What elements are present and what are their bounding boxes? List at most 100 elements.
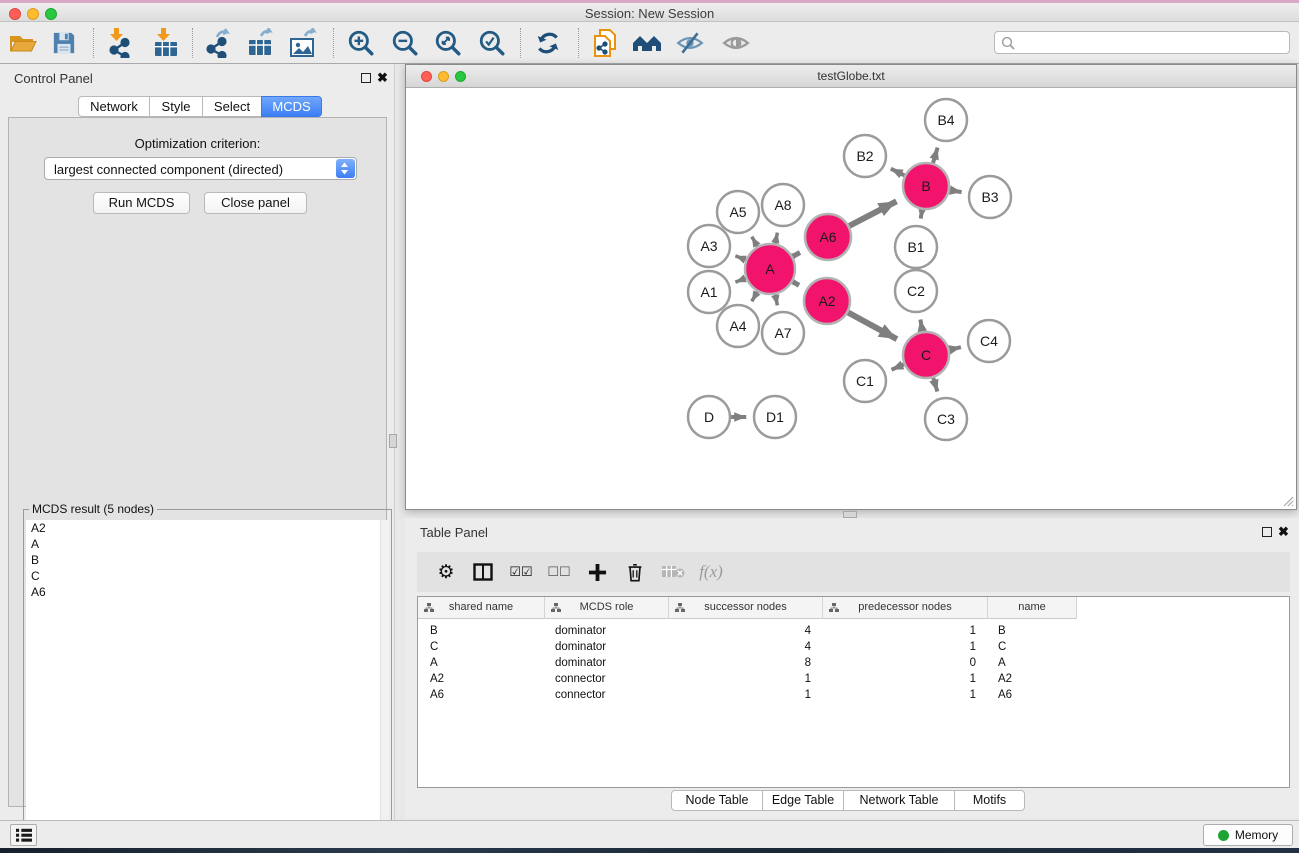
- graph-edge-A-A6[interactable]: [793, 253, 800, 257]
- graph-node-B1[interactable]: B1: [895, 226, 937, 268]
- graph-node-C[interactable]: C: [903, 332, 949, 378]
- graph-edge-B-B1[interactable]: [921, 210, 922, 219]
- graph-edge-A-A8[interactable]: [775, 233, 777, 244]
- graph-node-C1[interactable]: C1: [844, 360, 886, 402]
- mcds-result-item[interactable]: A2: [26, 520, 389, 536]
- table-cell[interactable]: C: [998, 639, 1077, 655]
- graph-node-D1[interactable]: D1: [754, 396, 796, 438]
- table-cell[interactable]: dominator: [555, 623, 669, 639]
- table-cell[interactable]: A6: [998, 687, 1077, 703]
- table-row[interactable]: A2connector11A2: [418, 671, 1289, 687]
- graph-node-D[interactable]: D: [688, 396, 730, 438]
- table-cell[interactable]: connector: [555, 671, 669, 687]
- table-cell[interactable]: B: [998, 623, 1077, 639]
- float-table-panel-icon[interactable]: [1262, 527, 1272, 537]
- tab-motifs[interactable]: Motifs: [954, 790, 1025, 811]
- export-network-icon[interactable]: [201, 27, 235, 59]
- table-cell[interactable]: A2: [998, 671, 1077, 687]
- criterion-select[interactable]: largest connected component (directed): [44, 157, 357, 180]
- table-cell[interactable]: 1: [823, 687, 976, 703]
- tab-node-table[interactable]: Node Table: [671, 790, 763, 811]
- table-cell[interactable]: 1: [823, 623, 976, 639]
- column-header-predecessor-nodes[interactable]: predecessor nodes: [823, 597, 988, 619]
- table-cell[interactable]: dominator: [555, 655, 669, 671]
- memory-button[interactable]: Memory: [1203, 824, 1293, 846]
- export-image-icon[interactable]: [287, 27, 321, 59]
- table-cell[interactable]: 1: [823, 671, 976, 687]
- graph-node-B3[interactable]: B3: [969, 176, 1011, 218]
- graph-node-B2[interactable]: B2: [844, 135, 886, 177]
- graph-node-A1[interactable]: A1: [688, 271, 730, 313]
- column-header-shared-name[interactable]: shared name: [418, 597, 545, 619]
- column-header-MCDS-role[interactable]: MCDS role: [545, 597, 669, 619]
- import-table-icon[interactable]: [149, 27, 183, 59]
- mcds-result-item[interactable]: B: [26, 552, 389, 568]
- tab-select[interactable]: Select: [202, 96, 262, 117]
- graph-node-C3[interactable]: C3: [925, 398, 967, 440]
- table-cell[interactable]: A2: [430, 671, 545, 687]
- table-cell[interactable]: 1: [669, 671, 811, 687]
- graph-edge-A-A5[interactable]: [752, 237, 758, 247]
- vertical-divider-handle[interactable]: [389, 434, 397, 448]
- table-cell[interactable]: 8: [669, 655, 811, 671]
- table-cell[interactable]: dominator: [555, 639, 669, 655]
- select-all-checkboxes-icon[interactable]: ☑☑: [505, 556, 537, 588]
- graph-edge-B-B2[interactable]: [891, 169, 905, 176]
- close-table-panel-icon[interactable]: ✖: [1278, 524, 1289, 540]
- function-builder-icon[interactable]: f(x): [695, 556, 727, 588]
- graph-edge-A-A7[interactable]: [775, 295, 777, 306]
- deselect-all-checkboxes-icon[interactable]: ☐☐: [543, 556, 575, 588]
- graph-node-A7[interactable]: A7: [762, 312, 804, 354]
- graph-node-A5[interactable]: A5: [717, 191, 759, 233]
- add-column-icon[interactable]: [581, 556, 613, 588]
- network-window-titlebar[interactable]: testGlobe.txt: [406, 65, 1296, 88]
- table-cell[interactable]: 4: [669, 639, 811, 655]
- graph-node-A3[interactable]: A3: [688, 225, 730, 267]
- table-row[interactable]: Bdominator41B: [418, 623, 1289, 639]
- mcds-result-item[interactable]: A: [26, 536, 389, 552]
- graph-edge-A-A1[interactable]: [735, 278, 745, 282]
- graph-node-A8[interactable]: A8: [762, 184, 804, 226]
- graph-node-A6[interactable]: A6: [805, 214, 851, 260]
- settings-gear-icon[interactable]: ⚙: [430, 556, 462, 588]
- graph-edge-A6-B[interactable]: [849, 201, 896, 226]
- graph-node-C4[interactable]: C4: [968, 320, 1010, 362]
- table-cell[interactable]: connector: [555, 687, 669, 703]
- graph-edge-A-A3[interactable]: [735, 256, 745, 260]
- graph-edge-A-A4[interactable]: [752, 292, 758, 302]
- graph-node-C2[interactable]: C2: [895, 270, 937, 312]
- save-session-icon[interactable]: [47, 27, 81, 59]
- graph-edge-B-B3[interactable]: [950, 190, 962, 192]
- mcds-result-item[interactable]: C: [26, 568, 389, 584]
- clone-network-icon[interactable]: [588, 27, 622, 59]
- table-cell[interactable]: A: [430, 655, 545, 671]
- hide-selected-icon[interactable]: [673, 27, 707, 59]
- open-session-icon[interactable]: [6, 27, 40, 59]
- tab-network[interactable]: Network: [78, 96, 150, 117]
- graph-edge-C-C1[interactable]: [892, 364, 904, 369]
- graph-edge-C-C2[interactable]: [920, 320, 922, 332]
- graph-node-A4[interactable]: A4: [717, 305, 759, 347]
- column-header-name[interactable]: name: [988, 597, 1077, 619]
- tab-style[interactable]: Style: [149, 96, 203, 117]
- table-row[interactable]: Cdominator41 C: [418, 639, 1289, 655]
- run-mcds-button[interactable]: Run MCDS: [93, 192, 190, 214]
- import-network-icon[interactable]: [103, 27, 137, 59]
- delete-table-icon[interactable]: [657, 556, 689, 588]
- table-cell[interactable]: 4: [669, 623, 811, 639]
- horizontal-divider-handle[interactable]: [843, 511, 857, 518]
- graph-node-A[interactable]: A: [745, 244, 795, 294]
- graph-edge-A-A2[interactable]: [793, 282, 799, 286]
- mcds-result-item[interactable]: A6: [26, 584, 389, 600]
- tab-edge-table[interactable]: Edge Table: [762, 790, 844, 811]
- zoom-fit-icon[interactable]: [431, 27, 465, 59]
- table-cell[interactable]: 0: [823, 655, 976, 671]
- table-cell[interactable]: 1: [669, 687, 811, 703]
- task-history-button[interactable]: [10, 824, 37, 846]
- tab-network-table[interactable]: Network Table: [843, 790, 955, 811]
- close-panel-icon[interactable]: ✖: [377, 70, 388, 86]
- table-cell[interactable]: C: [430, 639, 545, 655]
- table-row[interactable]: Adominator80A: [418, 655, 1289, 671]
- refresh-icon[interactable]: [531, 27, 565, 59]
- table-cell[interactable]: 1: [823, 639, 976, 655]
